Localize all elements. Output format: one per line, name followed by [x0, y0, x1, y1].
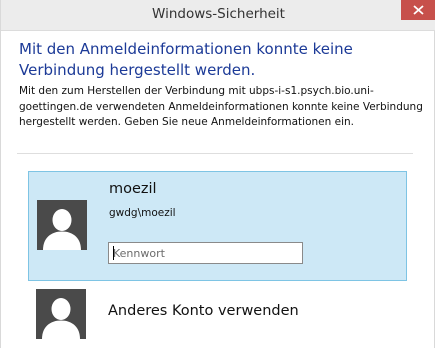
account-tile-other[interactable]: Anderes Konto verwenden	[28, 286, 407, 348]
password-input[interactable]	[108, 242, 303, 264]
user-avatar-icon	[36, 289, 86, 339]
account-tile-moezil[interactable]: moezil gwdg\moezil	[28, 171, 407, 281]
close-icon	[413, 5, 424, 15]
title-bar[interactable]: Windows-Sicherheit	[1, 0, 435, 31]
dialog-heading: Mit den Anmeldeinformationen konnte kein…	[19, 40, 353, 79]
divider	[17, 153, 413, 154]
account-domain-user: gwdg\moezil	[109, 207, 176, 219]
text-caret	[113, 246, 114, 260]
close-button[interactable]	[401, 0, 435, 20]
security-dialog: Windows-Sicherheit Mit den Anmeldeinform…	[0, 0, 435, 348]
dialog-message: Mit den zum Herstellen der Verbindung mi…	[19, 85, 423, 128]
account-username: moezil	[109, 181, 157, 197]
use-other-account-label: Anderes Konto verwenden	[108, 303, 299, 319]
user-avatar-icon	[37, 200, 87, 250]
window-title: Windows-Sicherheit	[152, 6, 285, 22]
